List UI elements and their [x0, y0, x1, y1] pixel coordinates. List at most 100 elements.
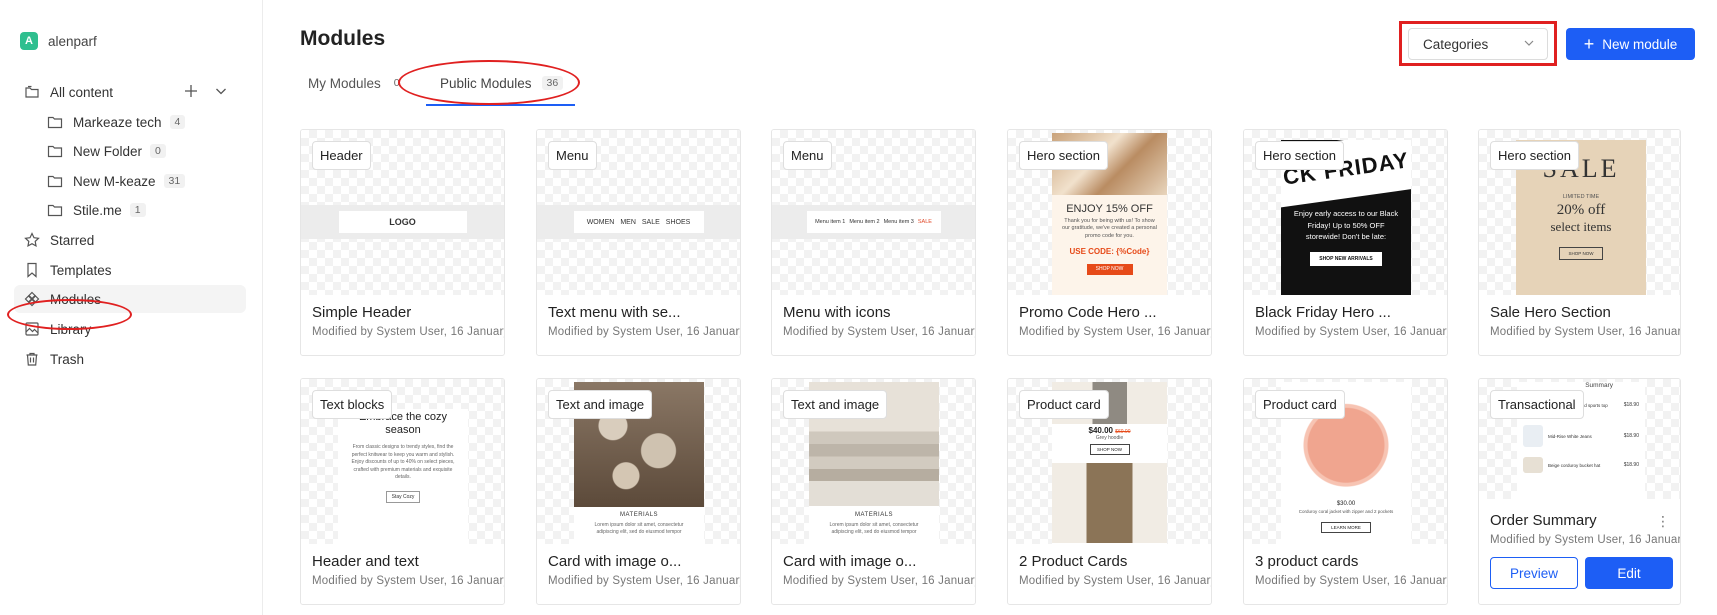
sidebar-folder-new-folder[interactable]: New Folder 0 [44, 137, 244, 165]
sidebar-item-trash[interactable]: Trash [14, 345, 246, 373]
thumb-logo: LOGO [338, 211, 467, 233]
sidebar-item-modules[interactable]: Modules [14, 285, 246, 313]
module-modified: Modified by System User, 16 January [548, 575, 741, 587]
sidebar-item-library[interactable]: Library [14, 315, 246, 343]
new-module-button[interactable]: + New module [1566, 28, 1695, 60]
module-card[interactable]: WOMEN MEN SALE SHOES Menu Text menu with… [536, 129, 741, 356]
module-modified: Modified by System User, 16 January [548, 326, 741, 338]
account-switcher[interactable]: A alenparf [20, 32, 97, 50]
add-folder-icon[interactable] [184, 84, 198, 103]
module-category-tag: Hero section [1255, 141, 1344, 170]
chevron-down-icon[interactable] [214, 84, 228, 103]
module-card[interactable]: SALE LIMITED TIME 20% off select items S… [1478, 129, 1681, 356]
avatar: A [20, 32, 38, 50]
thumb-menu: WOMEN MEN SALE SHOES [573, 211, 704, 233]
folder-count: 4 [169, 115, 186, 129]
sidebar-folder-new-m-keaze[interactable]: New M-keaze 31 [44, 167, 244, 195]
thumb-price-row: $40.00 $60.00 [1052, 426, 1167, 435]
thumb-sale-offer2: select items [1550, 219, 1612, 234]
module-modified: Modified by System User, 16 January [1019, 575, 1212, 587]
module-card[interactable]: $40.00 $60.00 Grey hoodie SHOP NOW Produ… [1007, 378, 1212, 605]
module-title: Sale Hero Section [1490, 304, 1611, 321]
thumb-order-name: Beige corduroy bucket hat [1548, 462, 1601, 468]
module-category-tag: Transactional [1490, 390, 1584, 419]
module-category-tag: Text and image [548, 390, 653, 419]
more-options-icon[interactable]: ⋮ [1656, 513, 1670, 530]
module-tabs: My Modules 0 Public Modules 36 [300, 72, 576, 106]
thumb-order-row: Beige corduroy bucket hat $18.90 [1517, 447, 1645, 473]
thumb-sale-button: SHOP NOW [1559, 247, 1603, 260]
thumb-materials-body: Lorem ipsum dolor sit amet, consectetur … [829, 522, 919, 535]
module-category-tag: Menu [783, 141, 832, 170]
folder-count: 1 [129, 203, 146, 217]
sidebar-item-starred[interactable]: Starred [14, 226, 246, 254]
thumb-order-price: $18.90 [1623, 433, 1639, 439]
module-card[interactable]: Summary Crop cotton-rugged sports top $1… [1478, 378, 1681, 605]
module-card[interactable]: Menu item 1 Menu item 2 Menu item 3 SALE… [771, 129, 976, 356]
module-category-tag: Text and image [783, 390, 888, 419]
module-title: 2 Product Cards [1019, 553, 1128, 570]
thumb-bf-button: SHOP NEW ARRIVALS [1310, 251, 1382, 266]
module-card[interactable]: $30.00 Corduroy coral jacket with zipper… [1243, 378, 1448, 605]
module-modified: Modified by System User, 16 January [1490, 534, 1681, 546]
tab-my-modules[interactable]: My Modules 0 [300, 72, 422, 106]
module-title: Menu with icons [783, 304, 891, 321]
module-card[interactable]: MATERIALS Lorem ipsum dolor sit amet, co… [536, 378, 741, 605]
thumb-product-button: SHOP NOW [1089, 444, 1130, 455]
sidebar-item-label: Templates [50, 262, 112, 278]
sidebar-item-templates[interactable]: Templates [14, 256, 246, 284]
folder-label: New M-keaze [73, 173, 156, 189]
thumb-order-image [1523, 425, 1543, 447]
sidebar-item-label: Library [50, 321, 92, 337]
tab-count: 36 [541, 76, 564, 90]
module-title: Promo Code Hero ... [1019, 304, 1157, 321]
folder-count: 0 [150, 144, 166, 158]
thumb-icon-menu-item: Menu item 1 [815, 219, 846, 225]
categories-label: Categories [1423, 36, 1489, 52]
module-card[interactable]: Embrace the cozy season From classic des… [300, 378, 505, 605]
module-category-tag: Product card [1019, 390, 1109, 419]
folder-label: Stile.me [73, 202, 122, 218]
thumb-icon-menu: Menu item 1 Menu item 2 Menu item 3 SALE [806, 211, 941, 233]
thumb-order-name: Mid-Rise White Jeans [1548, 433, 1592, 439]
bookmark-icon [24, 262, 40, 278]
thumb-order-price: $18.90 [1623, 462, 1639, 468]
thumb-order-price: $18.90 [1623, 402, 1639, 408]
thumb-icon-menu-strip: Menu item 1 Menu item 2 Menu item 3 SALE [772, 205, 975, 239]
folder-icon [47, 143, 63, 159]
thumb-product-name: Grey hoodie [1095, 435, 1124, 441]
module-category-tag: Product card [1255, 390, 1345, 419]
module-modified: Modified by System User, 16 January [312, 326, 505, 338]
star-icon [24, 232, 40, 248]
image-icon [24, 321, 40, 337]
thumb-text-block: Embrace the cozy season From classic des… [338, 409, 468, 544]
preview-button[interactable]: Preview [1490, 557, 1578, 589]
tab-count: 0 [393, 77, 400, 89]
module-card[interactable]: LOGO Header Simple Header Modified by Sy… [300, 129, 505, 356]
sidebar-folder-markeaze-tech[interactable]: Markeaze tech 4 [44, 108, 244, 136]
folder-icon [47, 202, 63, 218]
module-card[interactable]: ENJOY 15% OFF Thank you for being with u… [1007, 129, 1212, 356]
module-card[interactable]: MATERIALS Lorem ipsum dolor sit amet, co… [771, 378, 976, 605]
sidebar-item-all-content[interactable]: All content [14, 78, 246, 106]
edit-button[interactable]: Edit [1585, 557, 1673, 589]
thumb-order-heading: Summary [1585, 382, 1613, 389]
folder-label: Markeaze tech [73, 114, 162, 130]
module-modified: Modified by System User, 16 January [312, 575, 505, 587]
thumb-menu-item: SHOES [665, 218, 691, 226]
thumb-menu-item: MEN [620, 218, 636, 226]
module-modified: Modified by System User, 16 January [1255, 326, 1448, 338]
thumb-menu-strip: WOMEN MEN SALE SHOES [537, 205, 740, 239]
module-modified: Modified by System User, 16 January [783, 575, 976, 587]
folder-icon [47, 173, 63, 189]
module-category-tag: Hero section [1490, 141, 1579, 170]
thumb-menu-item: WOMEN [586, 218, 615, 226]
module-card[interactable]: CK FRIDAY Enjoy early access to our Blac… [1243, 129, 1448, 356]
tab-public-modules[interactable]: Public Modules 36 [425, 72, 576, 106]
thumb-sale-item: SALE [917, 219, 932, 225]
categories-dropdown[interactable]: Categories [1408, 28, 1548, 60]
trash-icon [24, 351, 40, 367]
sidebar-folder-stile-me[interactable]: Stile.me 1 [44, 196, 244, 224]
thumb-photo-2 [1052, 463, 1167, 543]
module-modified: Modified by System User, 16 January [1019, 326, 1212, 338]
